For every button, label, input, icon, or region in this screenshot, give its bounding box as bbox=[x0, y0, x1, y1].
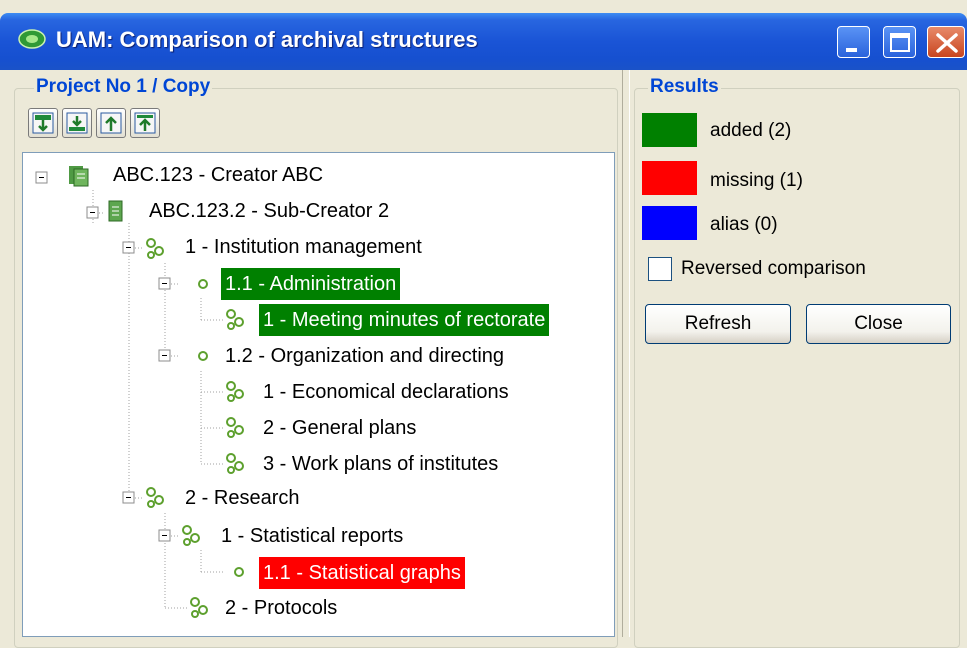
tree-node-added[interactable]: 1.1 - Administration bbox=[221, 268, 401, 300]
tree-node[interactable]: 2 - General plans bbox=[259, 412, 420, 444]
added-legend-label: added (2) bbox=[710, 120, 792, 141]
tree-node[interactable]: ABC.123.2 - Sub-Creator 2 bbox=[145, 195, 393, 227]
close-button[interactable]: Close bbox=[806, 304, 951, 344]
move-up-icon bbox=[100, 112, 122, 134]
reversed-comparison-label: Reversed comparison bbox=[681, 258, 866, 279]
expand-all-icon bbox=[32, 112, 54, 134]
expand-all-button[interactable] bbox=[28, 108, 58, 138]
panel-splitter[interactable] bbox=[622, 70, 630, 637]
collapse-all-button[interactable] bbox=[62, 108, 92, 138]
tree-node[interactable]: 2 - Research bbox=[181, 482, 304, 514]
maximize-button[interactable] bbox=[883, 26, 916, 58]
tree-node[interactable]: 3 - Work plans of institutes bbox=[259, 448, 502, 480]
results-group-title: Results bbox=[648, 76, 721, 98]
close-icon bbox=[936, 33, 958, 53]
creator-icon bbox=[69, 166, 89, 187]
expander-subcreator bbox=[86, 206, 99, 219]
alias-legend-label: alias (0) bbox=[710, 214, 778, 235]
tree-node[interactable]: 1 - Institution management bbox=[181, 231, 426, 263]
expander-boxes[interactable] bbox=[35, 171, 171, 542]
tree-node[interactable]: 1 - Economical declarations bbox=[259, 376, 513, 408]
structure-tree[interactable]: ABC.123 - Creator ABC ABC.123.2 - Sub-Cr… bbox=[22, 152, 615, 637]
expander-root bbox=[35, 171, 48, 184]
added-swatch bbox=[642, 113, 697, 147]
collapse-all-icon bbox=[66, 112, 88, 134]
move-up-button[interactable] bbox=[96, 108, 126, 138]
expander-statistical-reports bbox=[158, 529, 171, 542]
tree-node[interactable]: ABC.123 - Creator ABC bbox=[109, 159, 327, 191]
subcreator-icon bbox=[108, 200, 123, 222]
alias-swatch bbox=[642, 206, 697, 240]
project-group-title: Project No 1 / Copy bbox=[34, 76, 213, 98]
expander-organization bbox=[158, 349, 171, 362]
maximize-icon bbox=[890, 33, 910, 52]
tree-node[interactable]: 1.2 - Organization and directing bbox=[221, 340, 508, 372]
close-window-button[interactable] bbox=[927, 26, 965, 58]
main-window: UAM: Comparison of archival structures P… bbox=[0, 0, 967, 648]
expander-administration bbox=[158, 277, 171, 290]
tree-node[interactable]: 2 - Protocols bbox=[221, 592, 341, 624]
expander-research bbox=[122, 491, 135, 504]
app-icon bbox=[18, 29, 46, 49]
missing-swatch bbox=[642, 161, 697, 195]
tree-node[interactable]: 1 - Statistical reports bbox=[217, 520, 407, 552]
tree-node-missing[interactable]: 1.1 - Statistical graphs bbox=[259, 557, 465, 589]
missing-legend-label: missing (1) bbox=[710, 170, 803, 191]
reversed-comparison-checkbox[interactable] bbox=[648, 257, 672, 281]
title-bar[interactable]: UAM: Comparison of archival structures bbox=[0, 13, 967, 70]
move-top-button[interactable] bbox=[130, 108, 160, 138]
minimize-button[interactable] bbox=[837, 26, 870, 58]
tree-node-added[interactable]: 1 - Meeting minutes of rectorate bbox=[259, 304, 550, 336]
minimize-icon bbox=[846, 48, 857, 52]
window-title: UAM: Comparison of archival structures bbox=[56, 27, 478, 52]
move-top-icon bbox=[134, 112, 156, 134]
refresh-button[interactable]: Refresh bbox=[645, 304, 791, 344]
expander-institution bbox=[122, 241, 135, 254]
